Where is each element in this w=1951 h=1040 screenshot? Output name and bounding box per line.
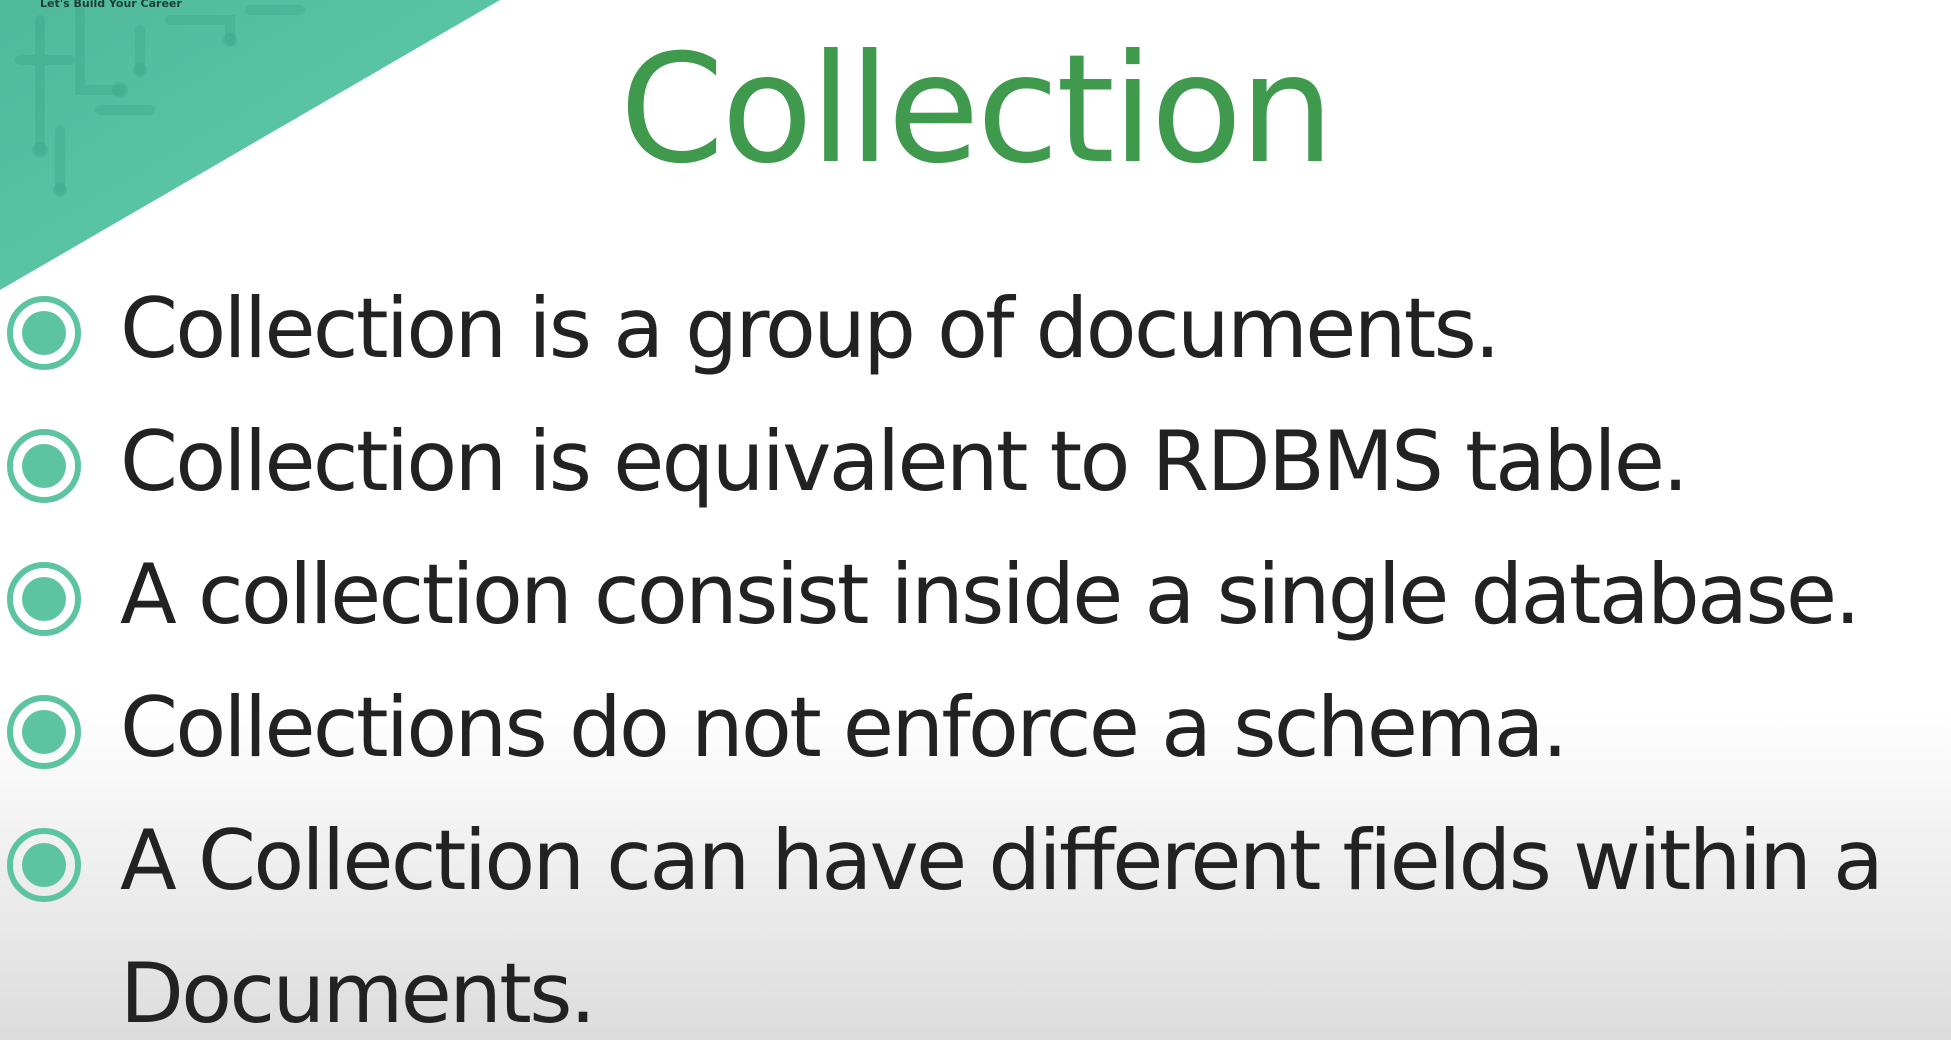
bullet-item: Collection is a group of documents. <box>0 262 1951 395</box>
radio-bullet-icon <box>7 296 81 370</box>
radio-bullet-icon <box>7 562 81 636</box>
bullet-text-line: A Collection can have different fields w… <box>120 812 1884 909</box>
bullet-text: Collection is a group of documents. <box>120 280 1501 377</box>
bullet-text-line: Documents. <box>120 945 596 1040</box>
bullet-text-multiline: A Collection can have different fields w… <box>120 794 1950 1040</box>
radio-bullet-icon <box>7 429 81 503</box>
slide-title: Collection <box>619 23 1335 197</box>
bullet-text: Collections do not enforce a schema. <box>120 679 1568 776</box>
bullet-text: Collection is equivalent to RDBMS table. <box>120 413 1689 510</box>
bullet-list: Collection is a group of documents. Coll… <box>0 262 1951 1040</box>
bullet-item: Collections do not enforce a schema. <box>0 661 1951 794</box>
radio-bullet-icon <box>7 828 81 902</box>
bullet-text: A collection consist inside a single dat… <box>120 546 1861 643</box>
bullet-item: Collection is equivalent to RDBMS table. <box>0 395 1951 528</box>
bullet-item: A Collection can have different fields w… <box>0 794 1951 1040</box>
slide: Let's Build Your Career Collection Colle… <box>0 0 1951 1040</box>
bullet-item: A collection consist inside a single dat… <box>0 528 1951 661</box>
brand-tagline: Let's Build Your Career <box>40 0 182 10</box>
radio-bullet-icon <box>7 695 81 769</box>
